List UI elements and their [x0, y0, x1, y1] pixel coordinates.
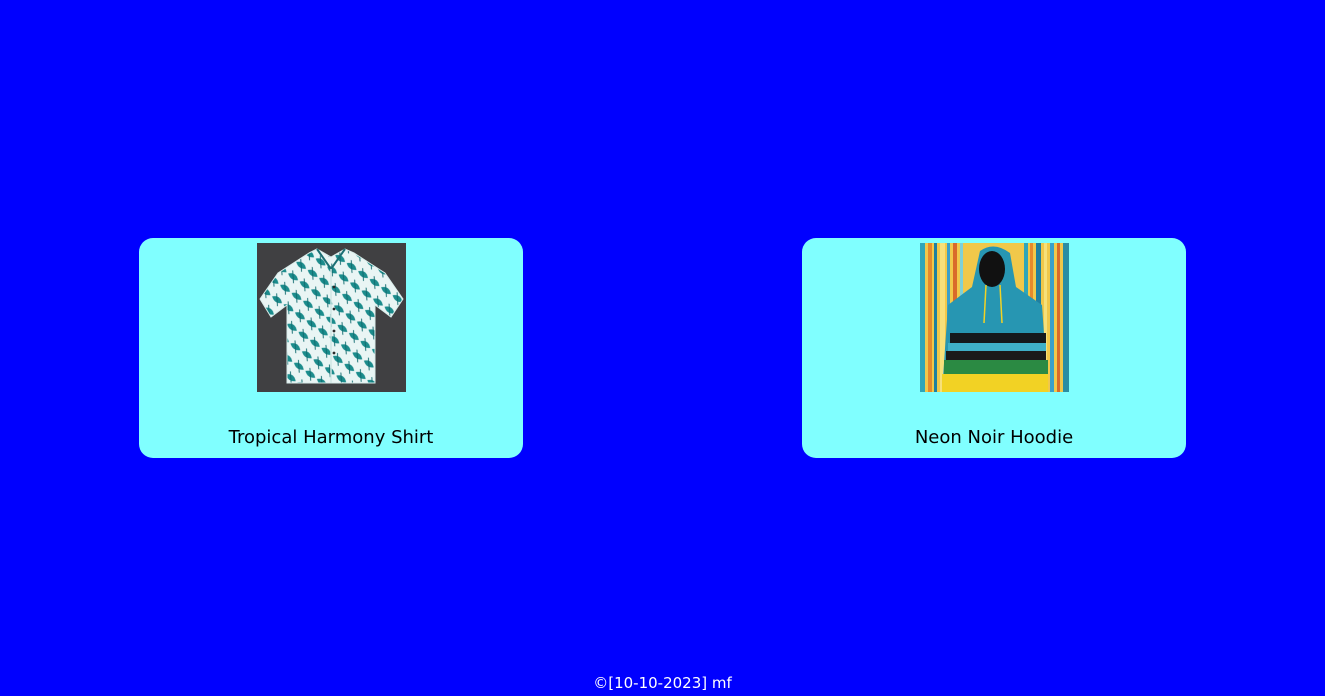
- product-card-tropical-harmony-shirt[interactable]: Tropical Harmony Shirt: [139, 238, 523, 458]
- product-name[interactable]: Tropical Harmony Shirt: [139, 426, 523, 450]
- page: Tropical Harmony Shirt Neon Noir Hoodie …: [0, 0, 1325, 696]
- neon-hoodie-image[interactable]: [920, 243, 1069, 392]
- product-name[interactable]: Neon Noir Hoodie: [802, 426, 1186, 450]
- product-card-neon-noir-hoodie[interactable]: Neon Noir Hoodie: [802, 238, 1186, 458]
- striped-hoodie-photo: [920, 243, 1069, 392]
- footer-copyright: ©[10-10-2023] mf: [593, 674, 732, 692]
- tropical-shirt-photo: [257, 243, 406, 392]
- tropical-shirt-image[interactable]: [257, 243, 406, 392]
